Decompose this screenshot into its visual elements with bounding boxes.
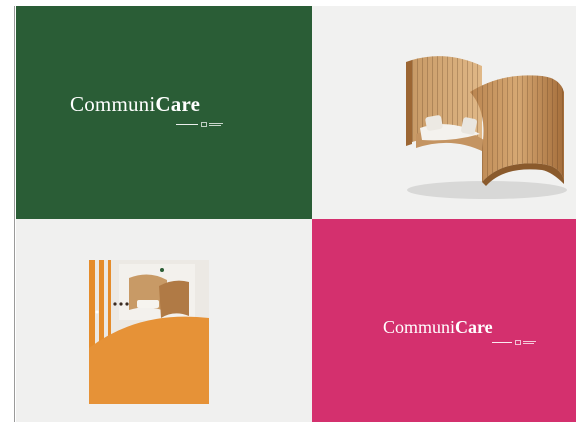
wooden-pod-illustration bbox=[406, 56, 567, 199]
communicare-logo: CommuniCare bbox=[383, 317, 493, 338]
poster-tile bbox=[16, 219, 312, 422]
logo-regular-text: Communi bbox=[70, 92, 156, 116]
green-brand-tile: CommuniCare bbox=[16, 6, 312, 219]
poster-artwork bbox=[89, 260, 209, 404]
communicare-logo: CommuniCare bbox=[70, 92, 200, 117]
pink-brand-tile: CommuniCare bbox=[312, 219, 576, 422]
pod-render-tile bbox=[312, 6, 576, 219]
poster-graphic bbox=[89, 260, 209, 404]
logo-regular-text: Communi bbox=[383, 317, 456, 337]
logo-tagline-mark bbox=[176, 122, 224, 128]
logo-bold-text: Care bbox=[455, 317, 493, 337]
logo-bold-text: Care bbox=[155, 92, 201, 116]
moodboard-grid: CommuniCare CommuniCare bbox=[14, 6, 576, 422]
logo-tagline-mark bbox=[492, 340, 536, 346]
